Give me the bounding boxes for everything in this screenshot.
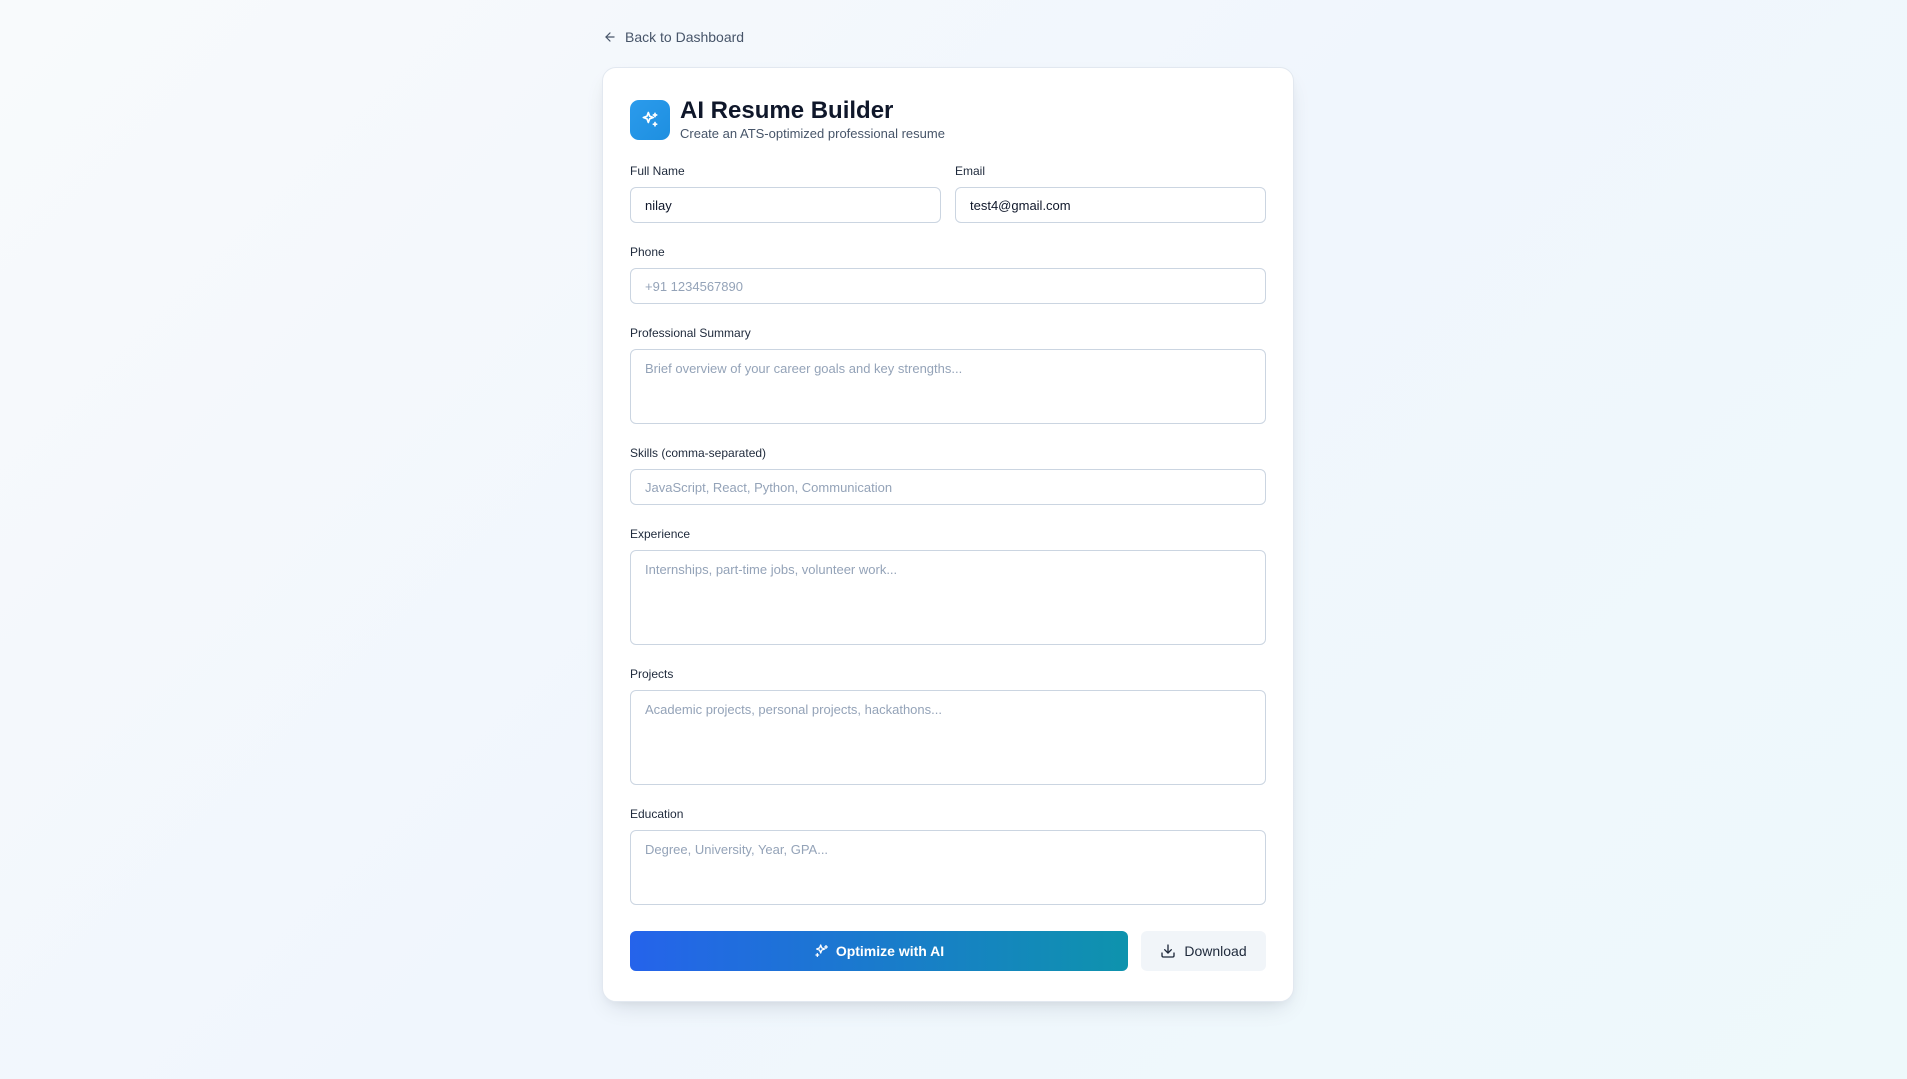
- summary-textarea[interactable]: [630, 349, 1266, 424]
- full-name-field: Full Name: [630, 163, 941, 223]
- back-to-dashboard-link[interactable]: Back to Dashboard: [602, 26, 1294, 48]
- projects-field: Projects: [630, 666, 1266, 785]
- summary-field: Professional Summary: [630, 325, 1266, 424]
- sparkles-icon: [630, 100, 670, 140]
- education-field: Education: [630, 806, 1266, 905]
- skills-input[interactable]: [630, 469, 1266, 505]
- summary-label: Professional Summary: [630, 326, 751, 340]
- phone-input[interactable]: [630, 268, 1266, 304]
- email-input[interactable]: [955, 187, 1266, 223]
- download-icon: [1160, 943, 1176, 959]
- email-field: Email: [955, 163, 1266, 223]
- resume-builder-card: AI Resume Builder Create an ATS-optimize…: [602, 67, 1294, 1002]
- education-label: Education: [630, 807, 684, 821]
- phone-field: Phone: [630, 244, 1266, 304]
- experience-field: Experience: [630, 526, 1266, 645]
- phone-label: Phone: [630, 245, 665, 259]
- page-subtitle: Create an ATS-optimized professional res…: [680, 126, 945, 141]
- arrow-left-icon: [603, 30, 617, 44]
- experience-textarea[interactable]: [630, 550, 1266, 645]
- download-button-label: Download: [1184, 943, 1247, 959]
- back-link-label: Back to Dashboard: [625, 29, 745, 45]
- optimize-button-label: Optimize with AI: [835, 943, 945, 959]
- email-label: Email: [955, 164, 986, 178]
- experience-label: Experience: [630, 527, 691, 541]
- optimize-with-ai-button[interactable]: Optimize with AI: [630, 931, 1128, 971]
- full-name-input[interactable]: [630, 187, 941, 223]
- projects-label: Projects: [630, 667, 674, 681]
- full-name-label: Full Name: [630, 164, 685, 178]
- form-actions: Optimize with AI Download: [630, 931, 1266, 971]
- skills-field: Skills (comma-separated): [630, 445, 1266, 505]
- page-title: AI Resume Builder: [680, 97, 894, 124]
- sparkles-icon: [814, 943, 830, 959]
- header-text: AI Resume Builder Create an ATS-optimize…: [680, 97, 945, 143]
- skills-label: Skills (comma-separated): [630, 446, 767, 460]
- projects-textarea[interactable]: [630, 690, 1266, 785]
- name-email-row: Full Name Email: [630, 163, 1266, 223]
- card-header: AI Resume Builder Create an ATS-optimize…: [630, 97, 1266, 143]
- page-container: Back to Dashboard AI Resume Builder Crea…: [602, 26, 1294, 1002]
- download-button[interactable]: Download: [1141, 931, 1266, 971]
- education-textarea[interactable]: [630, 830, 1266, 905]
